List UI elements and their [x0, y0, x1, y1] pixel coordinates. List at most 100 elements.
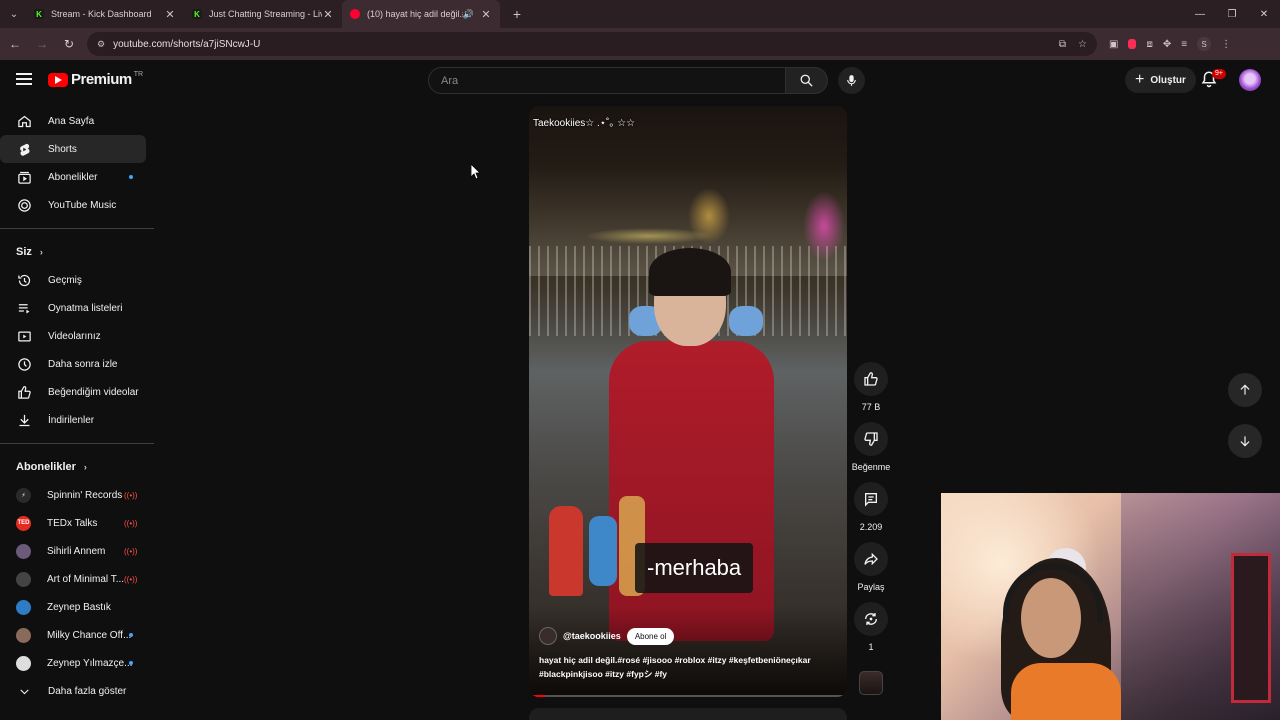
new-content-dot — [129, 175, 133, 179]
tab-search-chevron-icon[interactable]: ⌄ — [2, 2, 26, 26]
chevron-down-icon — [16, 683, 32, 699]
sidebar-item-downloads[interactable]: İndirilenler — [0, 406, 146, 434]
sidebar-item-shorts[interactable]: Shorts — [0, 135, 146, 163]
chevron-right-icon: › — [39, 247, 43, 257]
sidebar-channel-milky-chance[interactable]: Milky Chance Off... — [0, 621, 146, 649]
search-input[interactable] — [429, 68, 785, 93]
search-button[interactable] — [786, 67, 828, 94]
menu-hamburger-icon[interactable] — [16, 73, 32, 85]
tab-title: Stream - Kick Dashboard — [51, 9, 152, 19]
dislike-button[interactable] — [854, 422, 888, 456]
sidebar-item-playlists[interactable]: Oynatma listeleri — [0, 294, 146, 322]
channel-name: Art of Minimal T... — [47, 573, 125, 585]
sidebar-item-subscriptions[interactable]: Abonelikler — [0, 163, 146, 191]
next-short-button[interactable] — [1228, 424, 1262, 458]
tab-title: (10) hayat hiç adil değil.#ro — [367, 9, 463, 19]
youtube-premium-logo[interactable]: Premium TR — [48, 71, 143, 88]
video-bottles — [529, 486, 649, 626]
tab-youtube-short[interactable]: (10) hayat hiç adil değil.#ro 🔊 ✕ — [342, 0, 500, 28]
logo-text: Premium — [71, 71, 132, 88]
sidebar-item-youtube-music[interactable]: YouTube Music — [0, 191, 146, 219]
reload-icon[interactable]: ↻ — [57, 32, 81, 56]
browser-menu-icon[interactable]: ⋮ — [1221, 39, 1231, 50]
tab-close-icon[interactable]: ✕ — [164, 8, 176, 21]
puzzle-extensions-icon[interactable]: ✥ — [1163, 39, 1171, 50]
tab-kick-dashboard[interactable]: K Stream - Kick Dashboard ✕ — [26, 0, 184, 28]
video-progress-bar[interactable] — [529, 695, 847, 697]
sidebar-section-subscriptions[interactable]: Abonelikler › — [0, 453, 154, 481]
playlist-icon — [16, 300, 32, 316]
sidebar-channel-spinnin-records[interactable]: ⚡ Spinnin' Records ((•)) — [0, 481, 146, 509]
voice-search-button[interactable] — [838, 67, 865, 94]
watch-later-icon — [16, 356, 32, 372]
tab-audio-icon[interactable]: 🔊 — [463, 9, 474, 20]
install-app-icon[interactable]: ⧉ — [1059, 39, 1066, 50]
show-more-label: Daha fazla göster — [48, 685, 127, 697]
restore-icon[interactable]: ❐ — [1216, 0, 1248, 28]
share-button[interactable] — [854, 542, 888, 576]
browser-tab-bar: ⌄ K Stream - Kick Dashboard ✕ K Just Cha… — [0, 0, 1280, 28]
sidebar-item-label: Shorts — [48, 143, 77, 155]
sidebar-channel-zeynep-bastik[interactable]: Zeynep Bastık — [0, 593, 146, 621]
like-button[interactable] — [854, 362, 888, 396]
sidebar-item-watch-later[interactable]: Daha sonra izle — [0, 350, 146, 378]
url-field[interactable]: ⚙ youtube.com/shorts/a7jiSNcwJ-U ⧉ ☆ — [87, 32, 1097, 56]
comments-button[interactable] — [854, 482, 888, 516]
video-bottom-shade — [529, 607, 847, 697]
site-info-icon[interactable]: ⚙ — [97, 39, 105, 50]
channel-avatar: TED — [16, 515, 31, 531]
sidebar-item-label: YouTube Music — [48, 199, 117, 211]
youtube-header: Premium TR + Oluştur 9+ — [0, 60, 1280, 102]
media-controls-icon[interactable]: ≡ — [1181, 39, 1187, 50]
short-channel-row: @taekookiies Abone ol — [539, 627, 675, 645]
record-extension-icon[interactable] — [1128, 39, 1137, 49]
sidebar-item-label: İndirilenler — [48, 414, 95, 426]
sidebar-channel-zeynep-yilmazcelik[interactable]: Zeynep Yılmazçe... — [0, 649, 146, 677]
tab-kick-live[interactable]: K Just Chatting Streaming - Live S ✕ — [184, 0, 342, 28]
sound-thumbnail[interactable] — [859, 671, 883, 695]
extension-icon[interactable]: ▣ — [1109, 39, 1118, 50]
subscriptions-icon — [16, 169, 32, 185]
sidebar-item-history[interactable]: Geçmiş — [0, 266, 146, 294]
sidebar-item-your-videos[interactable]: Videolarınız — [0, 322, 146, 350]
create-button[interactable]: + Oluştur — [1125, 67, 1196, 93]
channel-avatar[interactable] — [539, 627, 557, 645]
like-count: 77 B — [861, 402, 881, 412]
new-content-dot — [129, 633, 133, 637]
sidebar-show-more[interactable]: Daha fazla göster — [0, 677, 146, 705]
short-caption[interactable]: hayat hiç adil değil.#rosé #jisooo #robl… — [539, 653, 839, 681]
webcam-overlay — [941, 493, 1280, 720]
tab-close-icon[interactable]: ✕ — [480, 8, 492, 21]
remix-button[interactable] — [854, 602, 888, 636]
new-tab-button[interactable]: + — [506, 6, 528, 22]
translate-extension-icon[interactable]: ⧈ — [1146, 39, 1152, 50]
sidebar-item-label: Ana Sayfa — [48, 115, 95, 127]
sidebar-item-label: Beğendiğim videolar — [48, 386, 139, 398]
profile-avatar[interactable]: S — [1197, 37, 1212, 51]
sidebar-section-you[interactable]: Siz › — [0, 238, 154, 266]
sidebar-channel-sihirli-annem[interactable]: Sihirli Annem ((•)) — [0, 537, 146, 565]
channel-avatar — [16, 655, 31, 671]
music-icon — [16, 197, 32, 213]
back-icon[interactable]: ← — [3, 32, 27, 56]
previous-short-button[interactable] — [1228, 373, 1262, 407]
bookmark-star-icon[interactable]: ☆ — [1078, 39, 1087, 50]
channel-handle[interactable]: @taekookiies — [563, 631, 621, 641]
extensions-area: ▣ ⧈ ✥ ≡ S ⋮ — [1109, 37, 1231, 51]
sidebar-channel-tedx-talks[interactable]: TED TEDx Talks ((•)) — [0, 509, 146, 537]
download-icon — [16, 412, 32, 428]
tab-close-icon[interactable]: ✕ — [322, 8, 334, 21]
minimize-icon[interactable]: — — [1184, 0, 1216, 28]
sidebar-channel-art-of-minimal[interactable]: Art of Minimal T... ((•)) — [0, 565, 146, 593]
close-window-icon[interactable]: ✕ — [1248, 0, 1280, 28]
short-video-player[interactable]: Taekookiies☆ .⋆˚｡ ☆☆ -merhaba @taekookii… — [529, 106, 847, 697]
live-indicator-icon: ((•)) — [124, 519, 138, 528]
live-indicator-icon: ((•)) — [124, 491, 138, 500]
microphone-icon — [847, 75, 856, 86]
sidebar-item-home[interactable]: Ana Sayfa — [0, 107, 146, 135]
subscribe-button[interactable]: Abone ol — [626, 627, 675, 645]
sidebar-item-liked-videos[interactable]: Beğendiğim videolar — [0, 378, 146, 406]
forward-icon[interactable]: → — [30, 32, 54, 56]
account-avatar[interactable] — [1239, 69, 1261, 91]
remix-action: 1 — [851, 602, 891, 652]
